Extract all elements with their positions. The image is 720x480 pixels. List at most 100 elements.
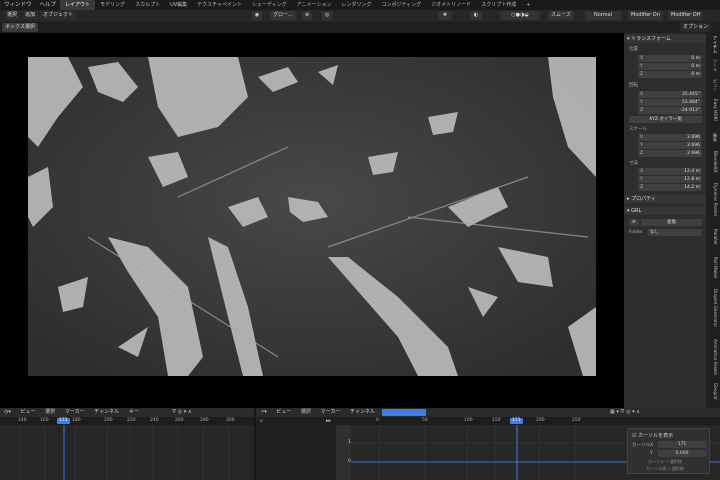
tab-geogrid[interactable]: Geogrid [708,383,718,400]
location-z-field[interactable]: Z 0 m [638,71,702,78]
shading-mode-icons[interactable]: ○●◑◒ [500,11,540,20]
rotation-z-field[interactable]: Z -24.913° [638,107,702,114]
menu-add[interactable]: 追加 [22,11,39,20]
frame-ruler[interactable]: 140 160 171 180 200 220 240 260 280 300 [0,417,254,425]
menu-marker[interactable]: マーカー [61,409,89,415]
tab-edit[interactable]: 編集 [708,133,718,141]
scale-x-field[interactable]: X 2.696 [638,134,702,141]
shattered-glass-render [28,57,596,376]
refresh-icon[interactable]: ⟳ [629,219,639,226]
menu-select[interactable]: 選択 [4,11,21,20]
tab-geometry-nodes[interactable]: ジオメトリノード [426,0,476,10]
folder-dropdown[interactable]: なし [648,229,702,236]
filter-icons[interactable]: ⛛ ◎ ▾ ∧ [168,408,196,417]
options-dropdown[interactable]: オプション [680,23,712,32]
menu-channel[interactable]: チャンネル [346,409,379,415]
blend-mode-dropdown[interactable]: Normal [585,11,621,20]
add-workspace-button[interactable]: + [521,0,535,10]
menu-channel[interactable]: チャンネル [90,409,123,415]
playhead-frame[interactable]: 171 [57,418,70,424]
tick: 300 [226,418,235,423]
rotation-mode-dropdown[interactable]: XYZ オイラー角 [629,116,702,123]
scale-z-field[interactable]: Z 2.696 [638,150,702,157]
tick: 0 [376,418,379,423]
modifier-on-button[interactable]: Modifier On [628,11,663,20]
overlay-icon[interactable]: ◐ [470,11,482,20]
tab-blenderkit[interactable]: BlenderKit [708,151,718,173]
properties-panel-header[interactable]: ▸ プロパティ [624,195,706,203]
dimension-y-field[interactable]: Y 12.8 m [638,176,702,183]
menu-view[interactable]: ビュー [16,409,39,415]
cursor-y-field[interactable]: 0.000 [658,450,706,457]
snap-icon[interactable]: ⊕ [302,11,312,20]
scale-y-field[interactable]: Y 2.696 [638,142,702,149]
gizmo-icon[interactable]: ✥ [438,11,452,20]
tab-droplet-generator[interactable]: Droplet Generator [708,289,718,327]
filter-icons[interactable]: ▦ ▾ ⛛ ◎ ▾ ∧ [606,408,644,417]
grl-panel-header[interactable]: ▾ GRL [624,207,706,215]
tab-tool[interactable]: ツール [708,59,718,72]
cursor-to-selected-button[interactable]: カーソル → 選択物 [648,459,682,465]
tab-easy-hdri[interactable]: Easy HDRI [708,99,718,121]
tab-animation-assets[interactable]: Animation Assets [708,339,718,375]
tab-dynamic-parent[interactable]: Dynamic Parent [708,183,718,216]
show-cursor-checkbox[interactable]: ☑ カーソルを表示 [632,432,673,439]
menu-select[interactable]: 選択 [41,409,59,415]
pivot-icon[interactable]: ◉ [252,11,262,20]
tick: 100 [464,418,473,423]
transform-panel-header[interactable]: ▾ トランスフォーム [624,35,706,43]
menu-key[interactable]: キー [125,409,143,415]
tab-parallel[interactable]: Parallel [708,229,718,244]
editor-type-icon[interactable]: ↗▾ [256,409,271,415]
search-icon[interactable]: ⌕ [260,418,263,424]
dimension-z-field[interactable]: Z 14.2 m [638,184,702,191]
playhead-frame[interactable]: 171 [510,418,523,424]
tab-compositing[interactable]: コンポジティング [376,0,426,10]
menu-object[interactable]: オブジェクト [40,11,77,20]
tab-shading[interactable]: シェーディング [247,0,292,10]
frame-ruler[interactable]: 0 50 100 150 171 200 250 [336,417,720,425]
editor-type-icon[interactable]: ◷▾ [0,409,15,415]
menu-window[interactable]: ウィンドウ [0,0,36,10]
menu-marker[interactable]: マーカー [317,409,345,415]
rotation-x-field[interactable]: X 35.445° [638,91,702,98]
convert-button[interactable]: 変換 [641,219,702,226]
tab-animation[interactable]: アニメーション [292,0,337,10]
axis-label: Z [640,108,644,113]
menu-select[interactable]: 選択 [297,409,315,415]
menu-help[interactable]: ヘルプ [36,0,61,10]
menu-view[interactable]: ビュー [272,409,295,415]
active-channel-highlight[interactable] [382,409,426,416]
keyframe-area[interactable] [0,425,254,480]
tab-texture-paint[interactable]: テクスチャペイント [192,0,247,10]
tab-modeling[interactable]: モデリング [95,0,130,10]
modifier-off-button[interactable]: Modifier Off [668,11,704,20]
dopesheet-left[interactable]: ◷▾ ビュー 選択 マーカー チャンネル キー ⛛ ◎ ▾ ∧ 140 160 … [0,408,254,480]
tab-view[interactable]: ビュー [708,79,718,92]
tab-rendering[interactable]: レンダリング [336,0,376,10]
location-x-field[interactable]: X 0 m [638,55,702,62]
box-select-button[interactable]: ボックス選択 [2,23,38,32]
tab-scripting[interactable]: スクリプト作成 [476,0,521,10]
graph-y-label: 0 [348,459,351,464]
tick: 50 [422,418,428,423]
tab-roll-maker[interactable]: Roll Maker [708,257,718,279]
transform-orientation-dropdown[interactable]: グロー... [270,11,296,20]
tick: 200 [104,418,113,423]
tick: 180 [72,418,81,423]
field-value: 12.8 m [684,177,700,182]
rotation-y-field[interactable]: Y 51.484° [638,99,702,106]
channel-list[interactable]: ⌕ ▸▸ [256,417,336,480]
tab-layout[interactable]: レイアウト [60,0,96,10]
tab-item[interactable]: アイテム [708,36,718,53]
tab-sculpt[interactable]: スカルプト [130,0,165,10]
cursor-x-field[interactable]: 171 [658,441,706,448]
cursor-value-to-selected-button[interactable]: カーソル値 → 選択物 [646,466,684,472]
field-value: -24.913° [680,108,700,113]
dimension-x-field[interactable]: X 12.4 m [638,168,702,175]
proportional-icon[interactable]: ◎ [322,11,332,20]
collapse-icon[interactable]: ▸▸ [326,418,331,424]
shading-mode-dropdown[interactable]: スムーズ [548,11,574,20]
tab-uv[interactable]: UV編集 [165,0,192,10]
location-y-field[interactable]: Y 0 m [638,63,702,70]
